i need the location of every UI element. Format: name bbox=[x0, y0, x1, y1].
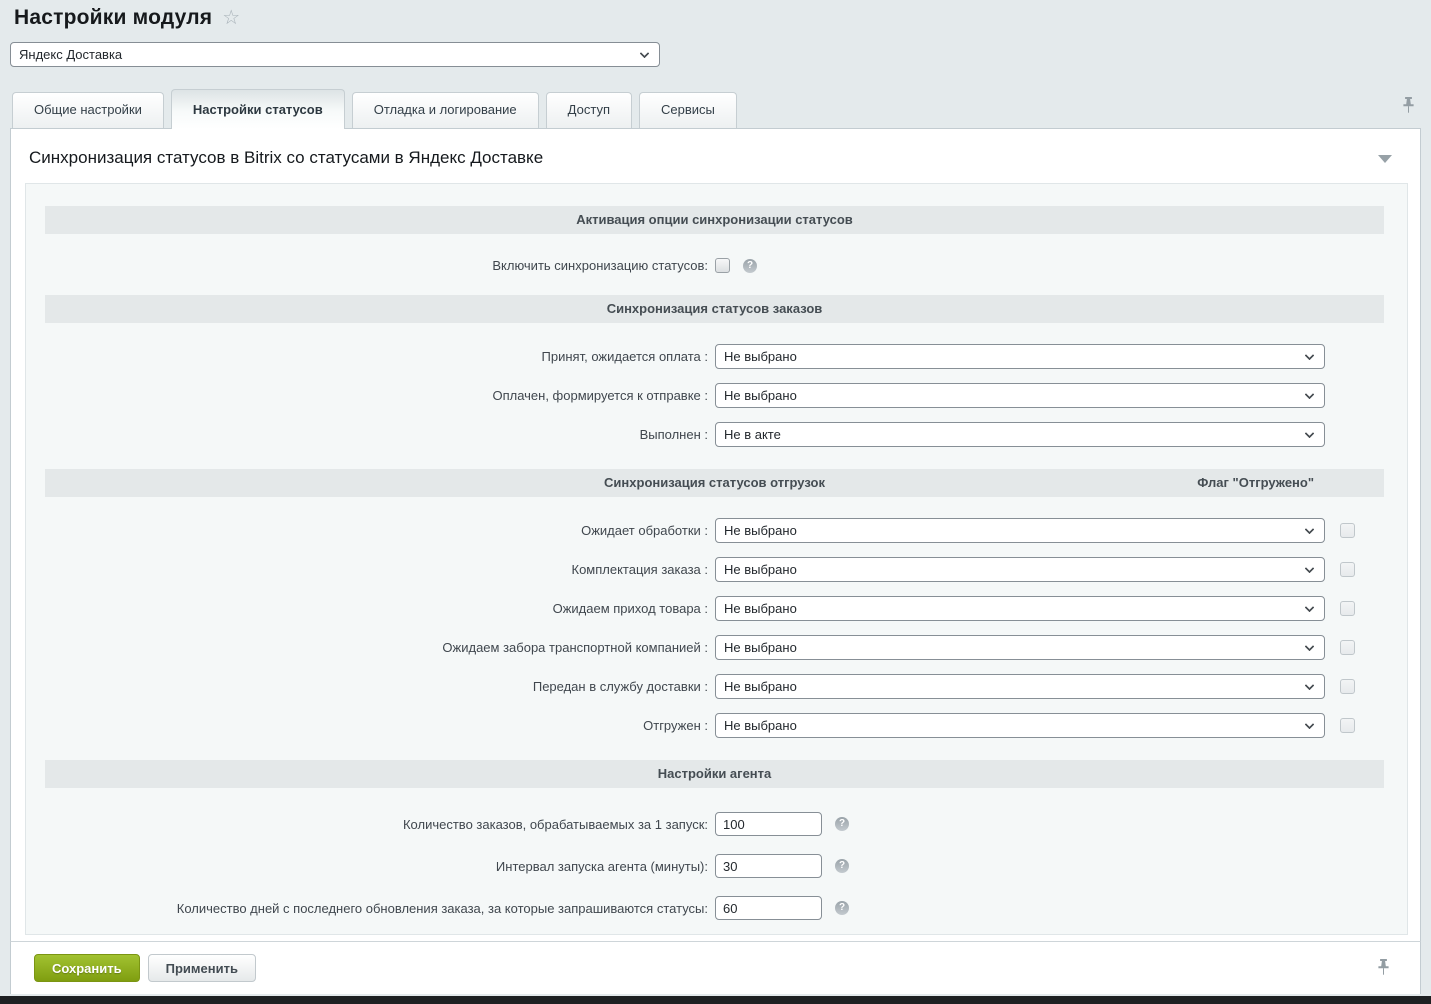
agent-row: Количество заказов, обрабатываемых за 1 … bbox=[26, 812, 1407, 836]
orders-per-run-input[interactable] bbox=[715, 812, 822, 836]
section-title: Синхронизация статусов в Bitrix со стату… bbox=[29, 148, 543, 167]
shipment-status-picking-select[interactable]: Не выбрано bbox=[715, 557, 1325, 582]
help-icon[interactable]: ? bbox=[835, 817, 849, 831]
favorite-star-icon[interactable]: ☆ bbox=[222, 8, 240, 28]
shipment-status-awaiting-goods-select[interactable]: Не выбрано bbox=[715, 596, 1325, 621]
shipment-status-row: Передан в службу доставки : Не выбрано bbox=[26, 674, 1407, 699]
row-label: Количество заказов, обрабатываемых за 1 … bbox=[26, 817, 708, 832]
tab-access[interactable]: Доступ bbox=[546, 92, 632, 128]
select-value: Не выбрано bbox=[724, 523, 797, 538]
shipment-status-pending-select[interactable]: Не выбрано bbox=[715, 518, 1325, 543]
shipped-flag-checkbox[interactable] bbox=[1340, 640, 1355, 655]
row-label: Ожидаем забора транспортной компанией : bbox=[26, 640, 708, 655]
chevron-down-icon bbox=[1305, 564, 1315, 574]
tabs-row: Общие настройки Настройки статусов Отлад… bbox=[0, 88, 1431, 128]
chevron-down-icon bbox=[1305, 429, 1315, 439]
row-label: Выполнен : bbox=[26, 427, 708, 442]
group-header-orders: Синхронизация статусов заказов bbox=[45, 295, 1384, 323]
shipped-flag-checkbox[interactable] bbox=[1340, 601, 1355, 616]
pin-icon[interactable] bbox=[1402, 96, 1415, 119]
shipped-flag-checkbox[interactable] bbox=[1340, 523, 1355, 538]
shipment-status-awaiting-pickup-select[interactable]: Не выбрано bbox=[715, 635, 1325, 660]
row-label: Ожидает обработки : bbox=[26, 523, 708, 538]
row-label: Количество дней с последнего обновления … bbox=[26, 901, 708, 916]
section-collapse-icon[interactable] bbox=[1378, 155, 1392, 163]
shipment-status-handed-over-select[interactable]: Не выбрано bbox=[715, 674, 1325, 699]
group-header-activation: Активация опции синхронизации статусов bbox=[45, 206, 1384, 234]
chevron-down-icon bbox=[1305, 390, 1315, 400]
section-head: Синхронизация статусов в Bitrix со стату… bbox=[11, 129, 1420, 183]
buttons-panel: Сохранить Применить bbox=[10, 941, 1421, 994]
chevron-down-icon bbox=[1305, 720, 1315, 730]
chevron-down-icon bbox=[1305, 681, 1315, 691]
tab-general-settings[interactable]: Общие настройки bbox=[12, 92, 164, 128]
bottom-strip bbox=[0, 996, 1431, 1004]
shipment-status-shipped-select[interactable]: Не выбрано bbox=[715, 713, 1325, 738]
select-value: Не выбрано bbox=[724, 349, 797, 364]
row-label: Ожидаем приход товара : bbox=[26, 601, 708, 616]
save-button[interactable]: Сохранить bbox=[34, 954, 140, 982]
tab-status-settings[interactable]: Настройки статусов bbox=[171, 89, 345, 129]
shipped-flag-checkbox[interactable] bbox=[1340, 718, 1355, 733]
select-value: Не выбрано bbox=[724, 388, 797, 403]
select-value: Не в акте bbox=[724, 427, 781, 442]
help-icon[interactable]: ? bbox=[835, 901, 849, 915]
page-header: Настройки модуля ☆ bbox=[0, 0, 1431, 30]
module-selector-select[interactable]: Яндекс Доставка bbox=[10, 42, 660, 67]
select-value: Не выбрано bbox=[724, 562, 797, 577]
chevron-down-icon bbox=[1305, 351, 1315, 361]
row-label: Отгружен : bbox=[26, 718, 708, 733]
form-body: Активация опции синхронизации статусов В… bbox=[25, 183, 1408, 935]
sync-enable-label: Включить синхронизацию статусов: bbox=[26, 258, 708, 273]
order-status-row: Оплачен, формируется к отправке : Не выб… bbox=[26, 383, 1407, 408]
apply-button[interactable]: Применить bbox=[148, 954, 256, 982]
order-status-row: Принят, ожидается оплата : Не выбрано bbox=[26, 344, 1407, 369]
agent-row: Количество дней с последнего обновления … bbox=[26, 896, 1407, 920]
shipment-status-row: Отгружен : Не выбрано bbox=[26, 713, 1407, 738]
order-status-completed-select[interactable]: Не в акте bbox=[715, 422, 1325, 447]
chevron-down-icon bbox=[1305, 603, 1315, 613]
shipped-flag-column-header: Флаг "Отгружено" bbox=[1197, 469, 1314, 497]
shipment-status-row: Ожидает обработки : Не выбрано bbox=[26, 518, 1407, 543]
select-value: Не выбрано bbox=[724, 718, 797, 733]
chevron-down-icon bbox=[1305, 525, 1315, 535]
days-since-update-input[interactable] bbox=[715, 896, 822, 920]
group-header-agent: Настройки агента bbox=[45, 760, 1384, 788]
shipment-status-row: Ожидаем забора транспортной компанией : … bbox=[26, 635, 1407, 660]
select-value: Не выбрано bbox=[724, 601, 797, 616]
order-status-accepted-select[interactable]: Не выбрано bbox=[715, 344, 1325, 369]
row-label: Передан в службу доставки : bbox=[26, 679, 708, 694]
group-header-shipments-title: Синхронизация статусов отгрузок bbox=[604, 475, 825, 490]
module-selector-value: Яндекс Доставка bbox=[19, 47, 122, 62]
tab-services[interactable]: Сервисы bbox=[639, 92, 737, 128]
sync-enable-row: Включить синхронизацию статусов: ? bbox=[26, 258, 1407, 273]
agent-interval-input[interactable] bbox=[715, 854, 822, 878]
select-value: Не выбрано bbox=[724, 679, 797, 694]
chevron-down-icon bbox=[1305, 642, 1315, 652]
agent-row: Интервал запуска агента (минуты): ? bbox=[26, 854, 1407, 878]
row-label: Комплектация заказа : bbox=[26, 562, 708, 577]
order-status-paid-select[interactable]: Не выбрано bbox=[715, 383, 1325, 408]
chevron-down-icon bbox=[640, 49, 650, 59]
order-status-row: Выполнен : Не в акте bbox=[26, 422, 1407, 447]
pin-icon[interactable] bbox=[1377, 958, 1390, 981]
page-title: Настройки модуля bbox=[14, 6, 212, 30]
shipped-flag-checkbox[interactable] bbox=[1340, 562, 1355, 577]
settings-panel: Синхронизация статусов в Bitrix со стату… bbox=[10, 128, 1421, 941]
shipment-status-row: Комплектация заказа : Не выбрано bbox=[26, 557, 1407, 582]
group-header-shipments: Синхронизация статусов отгрузок Флаг "От… bbox=[45, 469, 1384, 497]
select-value: Не выбрано bbox=[724, 640, 797, 655]
row-label: Принят, ожидается оплата : bbox=[26, 349, 708, 364]
shipment-status-row: Ожидаем приход товара : Не выбрано bbox=[26, 596, 1407, 621]
row-label: Оплачен, формируется к отправке : bbox=[26, 388, 708, 403]
help-icon[interactable]: ? bbox=[743, 259, 757, 273]
row-label: Интервал запуска агента (минуты): bbox=[26, 859, 708, 874]
sync-enable-checkbox[interactable] bbox=[715, 258, 730, 273]
shipped-flag-checkbox[interactable] bbox=[1340, 679, 1355, 694]
help-icon[interactable]: ? bbox=[835, 859, 849, 873]
tab-debug-logging[interactable]: Отладка и логирование bbox=[352, 92, 539, 128]
